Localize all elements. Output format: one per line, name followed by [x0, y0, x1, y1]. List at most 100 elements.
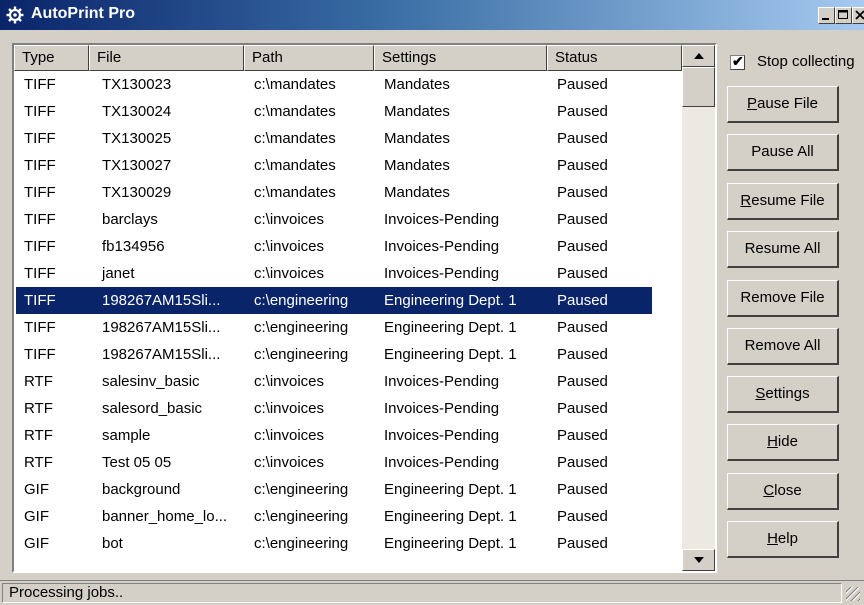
remove-file-button[interactable]: Remove File	[727, 280, 839, 317]
cell-type: TIFF	[24, 211, 56, 228]
maximize-icon	[838, 10, 848, 19]
cell-type: RTF	[24, 427, 53, 444]
arrow-down-icon	[694, 557, 704, 563]
table-row[interactable]: TIFF TX130025 c:\mandates Mandates Paused	[14, 125, 682, 152]
cell-settings: Engineering Dept. 1	[384, 292, 517, 309]
cell-settings: Mandates	[384, 184, 450, 201]
app-window: AutoPrint Pro Type File Path Settings Status…	[0, 0, 864, 605]
resize-grip-icon[interactable]	[846, 587, 860, 601]
table-row[interactable]: TIFF janet c:\invoices Invoices-Pending Paus…	[14, 260, 682, 287]
status-text: Processing jobs..	[9, 584, 124, 601]
cell-type: GIF	[24, 535, 49, 552]
cell-path: c:\invoices	[254, 265, 325, 282]
cell-status: Paused	[557, 184, 608, 201]
cell-status: Paused	[557, 157, 608, 174]
close-button[interactable]: Close	[727, 473, 839, 510]
help-button[interactable]: Help	[727, 521, 839, 558]
table-row[interactable]: TIFF TX130029 c:\mandates Mandates Paused	[14, 179, 682, 206]
status-bar: Processing jobs..	[0, 580, 864, 605]
maximize-button[interactable]	[835, 7, 852, 24]
cell-settings: Invoices-Pending	[384, 454, 500, 471]
table-row[interactable]: RTF salesinv_basic c:\invoices Invoices-Pen…	[14, 368, 682, 395]
minimize-button[interactable]	[818, 7, 835, 24]
cell-type: TIFF	[24, 292, 56, 309]
resume-all-button[interactable]: Resume All	[727, 231, 839, 268]
cell-status: Paused	[557, 508, 608, 525]
table-row[interactable]: TIFF 198267AM15Sli... c:\engineering Engine…	[16, 287, 652, 314]
close-window-button[interactable]	[852, 7, 864, 24]
cell-file: TX130025	[102, 130, 172, 147]
checkbox-box[interactable]: ✔	[730, 53, 745, 70]
table-row[interactable]: TIFF TX130023 c:\mandates Mandates Paused	[14, 71, 682, 98]
cell-settings: Engineering Dept. 1	[384, 481, 517, 498]
scroll-up-button[interactable]	[682, 45, 715, 67]
cell-type: TIFF	[24, 265, 56, 282]
cell-settings: Invoices-Pending	[384, 265, 500, 282]
cell-settings: Invoices-Pending	[384, 238, 500, 255]
vertical-scrollbar[interactable]	[682, 45, 715, 571]
arrow-up-icon	[694, 53, 704, 59]
cell-type: TIFF	[24, 76, 56, 93]
scroll-thumb[interactable]	[682, 67, 715, 107]
settings-button[interactable]: Settings	[727, 376, 839, 413]
title-bar[interactable]: AutoPrint Pro	[0, 0, 864, 30]
check-mark-icon: ✔	[732, 53, 744, 69]
pause-file-button[interactable]: Pause File	[727, 86, 839, 123]
remove-all-button[interactable]: Remove All	[727, 328, 839, 365]
cell-file: janet	[102, 265, 135, 282]
cell-status: Paused	[557, 76, 608, 93]
column-header-file[interactable]: File	[89, 45, 244, 71]
cell-path: c:\invoices	[254, 238, 325, 255]
cell-type: TIFF	[24, 157, 56, 174]
job-list[interactable]: Type File Path Settings Status TIFF TX130023 c…	[12, 43, 717, 573]
cell-path: c:\mandates	[254, 103, 336, 120]
cell-settings: Invoices-Pending	[384, 400, 500, 417]
cell-settings: Engineering Dept. 1	[384, 319, 517, 336]
status-panel: Processing jobs..	[2, 583, 842, 603]
cell-file: TX130029	[102, 184, 172, 201]
cell-status: Paused	[557, 454, 608, 471]
table-row[interactable]: TIFF fb134956 c:\invoices Invoices-Pending P…	[14, 233, 682, 260]
cell-status: Paused	[557, 535, 608, 552]
table-row[interactable]: TIFF 198267AM15Sli... c:\engineering Engine…	[14, 314, 682, 341]
column-header-status[interactable]: Status	[547, 45, 682, 71]
cell-path: c:\invoices	[254, 427, 325, 444]
cell-status: Paused	[557, 373, 608, 390]
hide-button[interactable]: Hide	[727, 424, 839, 461]
cell-file: sample	[102, 427, 151, 444]
cell-type: TIFF	[24, 238, 56, 255]
cell-path: c:\invoices	[254, 400, 325, 417]
table-row[interactable]: GIF banner_home_lo... c:\engineering Engine…	[14, 503, 682, 530]
table-row[interactable]: TIFF barclays c:\invoices Invoices-Pending P…	[14, 206, 682, 233]
table-row[interactable]: GIF bot c:\engineering Engineering Dept. 1 P…	[14, 530, 682, 557]
column-header-path[interactable]: Path	[244, 45, 374, 71]
column-header-settings[interactable]: Settings	[374, 45, 547, 71]
pause-all-button[interactable]: Pause All	[727, 134, 839, 171]
cell-type: RTF	[24, 400, 53, 417]
cell-type: GIF	[24, 508, 49, 525]
cell-settings: Mandates	[384, 103, 450, 120]
cell-status: Paused	[557, 400, 608, 417]
table-row[interactable]: RTF salesord_basic c:\invoices Invoices-Pen…	[14, 395, 682, 422]
cell-settings: Invoices-Pending	[384, 211, 500, 228]
table-row[interactable]: TIFF 198267AM15Sli... c:\engineering Engine…	[14, 341, 682, 368]
table-row[interactable]: GIF background c:\engineering Engineering D…	[14, 476, 682, 503]
cell-file: 198267AM15Sli...	[102, 346, 221, 363]
table-row[interactable]: TIFF TX130024 c:\mandates Mandates Paused	[14, 98, 682, 125]
cell-file: fb134956	[102, 238, 165, 255]
table-row[interactable]: RTF Test 05 05 c:\invoices Invoices-Pending…	[14, 449, 682, 476]
resume-file-button[interactable]: Resume File	[727, 183, 839, 220]
table-row[interactable]: TIFF TX130027 c:\mandates Mandates Paused	[14, 152, 682, 179]
scroll-down-button[interactable]	[682, 549, 715, 571]
cell-settings: Engineering Dept. 1	[384, 508, 517, 525]
cell-settings: Mandates	[384, 76, 450, 93]
cell-file: salesord_basic	[102, 400, 203, 417]
cell-path: c:\engineering	[254, 346, 349, 363]
cell-status: Paused	[557, 265, 608, 282]
cell-status: Paused	[557, 238, 608, 255]
cell-settings: Invoices-Pending	[384, 373, 500, 390]
cell-path: c:\mandates	[254, 76, 336, 93]
table-row[interactable]: RTF sample c:\invoices Invoices-Pending Paus…	[14, 422, 682, 449]
column-header-type[interactable]: Type	[14, 45, 89, 71]
cell-status: Paused	[557, 346, 608, 363]
